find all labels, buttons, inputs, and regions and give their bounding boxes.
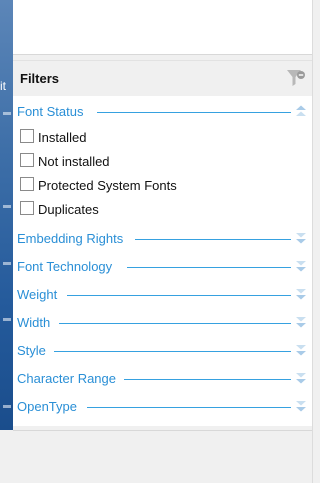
desktop-speck: [3, 405, 11, 408]
section-style[interactable]: Style: [17, 341, 307, 361]
section-label: Weight: [17, 287, 66, 302]
section-divider-line: [123, 379, 291, 380]
section-divider-line: [135, 239, 291, 240]
section-weight[interactable]: Weight: [17, 285, 307, 305]
desktop-speck: [3, 262, 11, 265]
filter-clear-icon[interactable]: [286, 68, 306, 88]
chevron-down-icon[interactable]: [295, 231, 307, 245]
section-label: OpenType: [17, 399, 85, 414]
desktop-speck: [3, 112, 11, 115]
section-embedding-rights[interactable]: Embedding Rights: [17, 229, 307, 249]
status-area: [13, 430, 312, 483]
checkbox-protected-system-fonts[interactable]: [20, 177, 34, 191]
section-label: Embedding Rights: [17, 231, 132, 246]
section-font-technology[interactable]: Font Technology: [17, 257, 307, 277]
chevron-down-icon[interactable]: [295, 371, 307, 385]
window-right-edge: [312, 0, 320, 483]
section-width[interactable]: Width: [17, 313, 307, 333]
chevron-down-icon[interactable]: [295, 343, 307, 357]
section-label: Style: [17, 343, 54, 358]
checkbox-not-installed[interactable]: [20, 153, 34, 167]
checkbox-installed[interactable]: [20, 129, 34, 143]
section-label: Font Technology: [17, 259, 121, 274]
section-divider-line: [59, 323, 291, 324]
filters-panel: Font Status Installed Not installed Prot…: [13, 96, 312, 426]
section-divider-line: [87, 407, 291, 408]
chevron-up-icon[interactable]: [295, 104, 307, 118]
section-label: Character Range: [17, 371, 124, 386]
option-label: Protected System Fonts: [38, 178, 177, 193]
section-divider-line: [127, 267, 291, 268]
desktop-text-fragment: it: [0, 79, 6, 93]
section-label: Font Status: [17, 104, 92, 119]
section-character-range[interactable]: Character Range: [17, 369, 307, 389]
desktop-bottom: [0, 430, 13, 483]
chevron-down-icon[interactable]: [295, 399, 307, 413]
filters-title: Filters: [20, 71, 60, 86]
option-label: Installed: [38, 130, 87, 145]
chevron-down-icon[interactable]: [295, 315, 307, 329]
filters-header: Filters: [13, 60, 312, 96]
section-divider-line: [67, 295, 291, 296]
option-label: Duplicates: [38, 202, 99, 217]
preview-pane: [13, 0, 312, 55]
desktop-background: it: [0, 0, 13, 430]
section-divider-line: [97, 112, 291, 113]
section-opentype[interactable]: OpenType: [17, 397, 307, 417]
checkbox-duplicates[interactable]: [20, 201, 34, 215]
chevron-down-icon[interactable]: [295, 287, 307, 301]
desktop-speck: [3, 205, 11, 208]
option-label: Not installed: [38, 154, 110, 169]
desktop-speck: [3, 318, 11, 321]
section-font-status[interactable]: Font Status: [17, 102, 307, 122]
chevron-down-icon[interactable]: [295, 259, 307, 273]
section-label: Width: [17, 315, 59, 330]
section-divider-line: [53, 351, 291, 352]
